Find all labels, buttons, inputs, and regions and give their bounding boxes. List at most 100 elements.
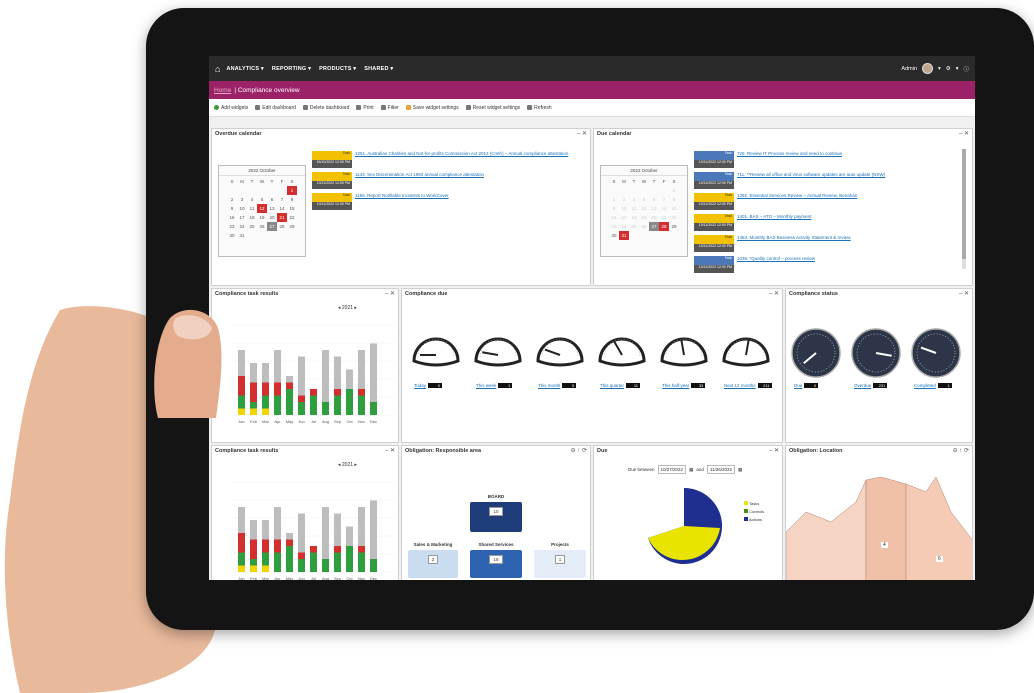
bar-segment[interactable] (262, 363, 269, 383)
bar-segment[interactable] (250, 408, 257, 416)
bar-segment[interactable] (250, 520, 257, 540)
bar-segment[interactable] (238, 507, 245, 533)
bar-segment[interactable] (286, 382, 293, 390)
bar-segment[interactable] (358, 546, 365, 553)
from-date-input[interactable]: 10/27/2022 (657, 465, 687, 474)
bar-segment[interactable] (274, 539, 281, 553)
bar-segment[interactable] (310, 546, 317, 553)
bar-segment[interactable] (238, 565, 245, 573)
bar-segment[interactable] (322, 559, 329, 572)
bar-segment[interactable] (310, 389, 317, 396)
widget-controls[interactable]: – ✕ (385, 447, 395, 454)
widget-controls[interactable]: – ✕ (959, 130, 969, 137)
widget-controls[interactable]: ⊖ ↑ ⟳ (953, 447, 969, 454)
chevron-down-icon[interactable]: ▾ (938, 66, 941, 72)
widget-controls[interactable]: – ✕ (959, 290, 969, 297)
bar-segment[interactable] (286, 546, 293, 572)
bar-segment[interactable] (238, 552, 245, 566)
breadcrumb-home[interactable]: Home (214, 87, 231, 94)
widget-controls[interactable]: – ✕ (577, 130, 587, 137)
task-item[interactable]: Task 10/11/2022 12:00 PM 1143. Sex Discri… (312, 172, 575, 189)
bar-segment[interactable] (310, 395, 317, 416)
bar-segment[interactable] (322, 350, 329, 402)
bar-segment[interactable] (370, 343, 377, 403)
bar-segment[interactable] (298, 395, 305, 403)
menu-shared[interactable]: SHARED ▾ (364, 66, 393, 72)
gauge-label[interactable]: This week 1 (476, 383, 513, 388)
bar-segment[interactable] (238, 350, 245, 376)
org-node[interactable]: BOARD 10 (470, 494, 522, 532)
bar-segment[interactable] (346, 369, 353, 390)
widget-controls[interactable]: – ✕ (385, 290, 395, 297)
widget-controls[interactable]: – ✕ (769, 290, 779, 297)
bar-segment[interactable] (334, 395, 341, 416)
bar-segment[interactable] (274, 552, 281, 573)
edit-dashboard-button[interactable]: Edit dashboard (255, 105, 296, 111)
bar-segment[interactable] (334, 552, 341, 573)
bar-segment[interactable] (370, 402, 377, 415)
bar-segment[interactable] (250, 363, 257, 383)
bar-segment[interactable] (238, 408, 245, 416)
bar-segment[interactable] (250, 565, 257, 573)
reset-widget-settings-button[interactable]: Reset widget settings (465, 105, 520, 111)
bar-segment[interactable] (334, 546, 341, 553)
chevron-down-icon[interactable]: ▾ (956, 66, 959, 72)
user-name[interactable]: Admin (901, 66, 917, 72)
bar-segment[interactable] (274, 507, 281, 540)
bar-segment[interactable] (334, 513, 341, 547)
bar-segment[interactable] (346, 389, 353, 415)
org-node[interactable]: Projects 1 (534, 542, 586, 578)
bar-segment[interactable] (298, 552, 305, 560)
menu-reporting[interactable]: REPORTING ▾ (272, 66, 311, 72)
avatar[interactable] (922, 63, 934, 74)
task-link[interactable]: 1401. BAS – ATO – Monthly payment (737, 214, 957, 220)
bar-segment[interactable] (262, 552, 269, 566)
bar-segment[interactable] (358, 552, 365, 573)
gauge-label[interactable]: Completed 1 (914, 383, 952, 388)
gauge-label[interactable]: This half-year 33 (662, 383, 706, 388)
task-link[interactable]: 711. **Review all office and virus softw… (737, 172, 957, 178)
bar-segment[interactable] (370, 500, 377, 560)
bar-segment[interactable] (286, 389, 293, 415)
year-selector[interactable]: ◂ 2021 ▸ (338, 462, 357, 468)
task-item[interactable]: Task 10/11/2022 12:00 PM 726. Review IT Pr… (694, 151, 957, 168)
gauge-label[interactable]: This month 5 (538, 383, 577, 388)
widget-controls[interactable]: – ✕ (769, 447, 779, 454)
task-link[interactable]: 1035. *Quality control – process review (737, 256, 957, 262)
bar-segment[interactable] (262, 395, 269, 409)
bar-segment[interactable] (298, 356, 305, 396)
bar-segment[interactable] (346, 526, 353, 547)
calendar-grid[interactable]: SMTWTFS 1 2345678 9 10 11 12 13 14 15 16 17 18 19… (227, 177, 297, 240)
bar-segment[interactable] (358, 389, 365, 396)
bar-segment[interactable] (250, 382, 257, 403)
menu-analytics[interactable]: ANALYTICS ▾ (226, 66, 263, 72)
task-item[interactable]: Task 10/11/2022 12:00 PM 1035. *Quality co… (694, 256, 957, 273)
home-icon[interactable]: ⌂ (215, 64, 220, 74)
task-link[interactable]: 726. Review IT Process review and need t… (737, 151, 957, 157)
year-selector[interactable]: ◂ 2021 ▸ (338, 305, 357, 311)
bar-segment[interactable] (310, 552, 317, 573)
calendar-grid[interactable]: SMTWTFS 1 2345678 9 10 11 12 13 14 15 16 17 18 19… (609, 177, 679, 240)
bar-segment[interactable] (322, 402, 329, 415)
gauge-label[interactable]: Today 0 (414, 383, 443, 388)
bar-segment[interactable] (262, 539, 269, 553)
bar-segment[interactable] (274, 395, 281, 416)
widget-controls[interactable]: ⊖ ↑ ⟳ (571, 447, 587, 454)
calendar-icon[interactable]: ▦ (738, 467, 742, 473)
task-item[interactable]: Task 10/11/2022 12:00 PM 1463. Monthly BAS… (694, 235, 957, 252)
bar-segment[interactable] (238, 376, 245, 396)
bar-segment[interactable] (250, 559, 257, 566)
task-item[interactable]: Task 10/11/2022 12:00 PM 1155. Report Not… (312, 193, 575, 210)
task-item[interactable]: Task 16/10/2022 12:00 PM 1251. Australian… (312, 151, 575, 168)
task-link[interactable]: 1392. Essential Services Review – Annual… (737, 193, 957, 199)
bar-segment[interactable] (346, 546, 353, 572)
filter-button[interactable]: Filter (380, 105, 399, 111)
scrollbar[interactable] (962, 149, 966, 269)
gear-icon[interactable]: ⚙ (946, 66, 951, 72)
bar-segment[interactable] (298, 559, 305, 572)
bar-segment[interactable] (358, 350, 365, 389)
help-icon[interactable]: ⓘ (963, 65, 969, 73)
bar-segment[interactable] (238, 533, 245, 553)
bar-segment[interactable] (286, 533, 293, 540)
bar-segment[interactable] (286, 376, 293, 383)
